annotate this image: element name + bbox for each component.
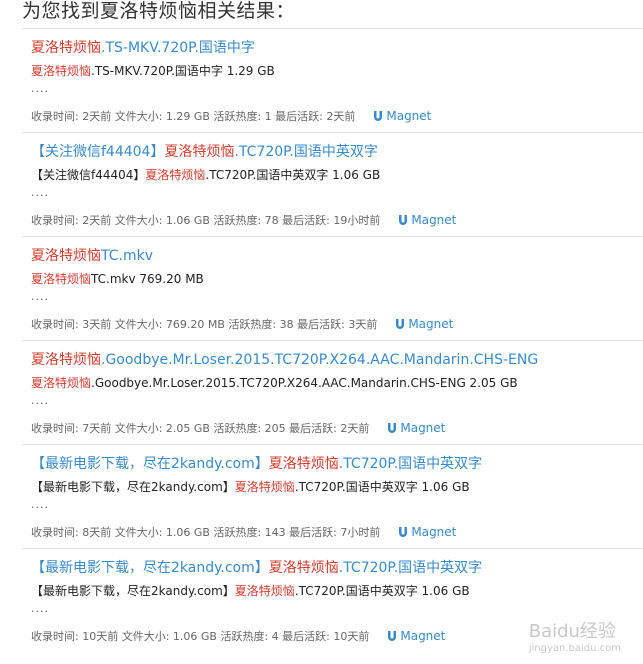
magnet-link[interactable]: Magnet [373, 109, 431, 123]
magnet-icon [374, 110, 383, 121]
list-item: 夏洛特烦恼.TS-MKV.720P.国语中字 夏洛特烦恼.TS-MKV.720P… [22, 28, 643, 132]
magnet-label: Magnet [400, 421, 446, 435]
result-meta: 收录时间: 3天前 文件大小: 769.20 MB 活跃热度: 38 最后活跃:… [31, 316, 643, 332]
desc-suffix: TC.mkv 769.20 MB [91, 272, 204, 286]
result-meta: 收录时间: 2天前 文件大小: 1.29 GB 活跃热度: 1 最后活跃: 2天… [31, 108, 643, 124]
magnet-label: Magnet [411, 213, 457, 227]
result-title[interactable]: 【最新电影下载，尽在2kandy.com】夏洛特烦恼.TC720P.国语中英双字 [31, 558, 643, 578]
result-meta: 收录时间: 8天前 文件大小: 1.06 GB 活跃热度: 143 最后活跃: … [31, 524, 643, 540]
result-ellipsis: .... [31, 290, 49, 303]
result-ellipsis: .... [31, 602, 49, 615]
list-item: 夏洛特烦恼TC.mkv 夏洛特烦恼TC.mkv 769.20 MB .... 收… [22, 236, 643, 340]
title-suffix: .TC720P.国语中英双字 [234, 144, 378, 160]
list-item: 【关注微信f44404】夏洛特烦恼.TC720P.国语中英双字 【关注微信f44… [22, 132, 643, 236]
result-description: 夏洛特烦恼.TS-MKV.720P.国语中字 1.29 GB [31, 62, 643, 80]
result-title[interactable]: 夏洛特烦恼TC.mkv [31, 246, 643, 266]
title-suffix: .TC720P.国语中英双字 [338, 456, 483, 472]
result-title[interactable]: 夏洛特烦恼.Goodbye.Mr.Loser.2015.TC720P.X264.… [31, 350, 643, 370]
result-title-link[interactable]: 夏洛特烦恼.Goodbye.Mr.Loser.2015.TC720P.X264.… [31, 352, 538, 368]
result-title-link[interactable]: 【最新电影下载，尽在2kandy.com】夏洛特烦恼.TC720P.国语中英双字 [31, 456, 482, 472]
magnet-link[interactable]: Magnet [398, 525, 456, 539]
title-highlight: 夏洛特烦恼 [31, 352, 101, 368]
desc-prefix: 【最新电影下载，尽在2kandy.com】 [31, 584, 235, 598]
desc-prefix: 【最新电影下载，尽在2kandy.com】 [31, 480, 235, 494]
magnet-label: Magnet [408, 317, 454, 331]
meta-text: 收录时间: 7天前 文件大小: 2.05 GB 活跃热度: 205 最后活跃: … [31, 422, 370, 435]
magnet-label: Magnet [386, 109, 432, 123]
magnet-icon [396, 318, 405, 329]
result-meta: 收录时间: 2天前 文件大小: 1.06 GB 活跃热度: 78 最后活跃: 1… [31, 212, 643, 228]
desc-highlight: 夏洛特烦恼 [234, 480, 295, 494]
magnet-icon [399, 214, 408, 225]
result-title[interactable]: 【关注微信f44404】夏洛特烦恼.TC720P.国语中英双字 [31, 142, 643, 162]
desc-suffix: .TS-MKV.720P.国语中字 1.29 GB [91, 64, 275, 78]
baidu-watermark: Baidu经验 jingyan.baidu.com [529, 617, 621, 654]
magnet-link[interactable]: Magnet [395, 317, 453, 331]
title-highlight: 夏洛特烦恼 [268, 560, 339, 576]
meta-text: 收录时间: 10天前 文件大小: 1.06 GB 活跃热度: 4 最后活跃: 1… [31, 630, 370, 643]
title-suffix: .TS-MKV.720P.国语中字 [101, 40, 255, 56]
desc-prefix: 【关注微信f44404】 [31, 168, 146, 182]
magnet-label: Magnet [411, 525, 457, 539]
result-title-link[interactable]: 【关注微信f44404】夏洛特烦恼.TC720P.国语中英双字 [31, 144, 378, 160]
list-item: 夏洛特烦恼.Goodbye.Mr.Loser.2015.TC720P.X264.… [22, 340, 643, 444]
meta-text: 收录时间: 2天前 文件大小: 1.29 GB 活跃热度: 1 最后活跃: 2天… [31, 110, 356, 123]
desc-highlight: 夏洛特烦恼 [31, 272, 92, 286]
meta-text: 收录时间: 2天前 文件大小: 1.06 GB 活跃热度: 78 最后活跃: 1… [31, 214, 381, 227]
title-suffix: .Goodbye.Mr.Loser.2015.TC720P.X264.AAC.M… [101, 352, 539, 368]
desc-highlight: 夏洛特烦恼 [145, 168, 206, 182]
magnet-icon [388, 422, 397, 433]
magnet-icon [399, 526, 408, 537]
result-description: 夏洛特烦恼.Goodbye.Mr.Loser.2015.TC720P.X264.… [31, 374, 643, 392]
meta-text: 收录时间: 8天前 文件大小: 1.06 GB 活跃热度: 143 最后活跃: … [31, 526, 381, 539]
result-title-link[interactable]: 【最新电影下载，尽在2kandy.com】夏洛特烦恼.TC720P.国语中英双字 [31, 560, 482, 576]
magnet-link[interactable]: Magnet [387, 629, 445, 643]
result-description: 夏洛特烦恼TC.mkv 769.20 MB [31, 270, 643, 288]
desc-suffix: .TC720P.国语中英双字 1.06 GB [205, 168, 381, 182]
result-ellipsis: .... [31, 82, 49, 95]
meta-text: 收录时间: 3天前 文件大小: 769.20 MB 活跃热度: 38 最后活跃:… [31, 318, 378, 331]
result-description: 【关注微信f44404】夏洛特烦恼.TC720P.国语中英双字 1.06 GB [31, 166, 643, 184]
magnet-link[interactable]: Magnet [387, 421, 445, 435]
title-suffix: .TC720P.国语中英双字 [338, 560, 483, 576]
desc-suffix: .TC720P.国语中英双字 1.06 GB [294, 480, 470, 494]
title-highlight: 夏洛特烦恼 [268, 456, 339, 472]
magnet-link[interactable]: Magnet [398, 213, 456, 227]
title-prefix: 【最新电影下载，尽在2kandy.com】 [31, 456, 269, 472]
title-highlight: 夏洛特烦恼 [31, 248, 101, 264]
magnet-label: Magnet [400, 629, 446, 643]
result-meta: 收录时间: 7天前 文件大小: 2.05 GB 活跃热度: 205 最后活跃: … [31, 420, 643, 436]
result-description: 【最新电影下载，尽在2kandy.com】夏洛特烦恼.TC720P.国语中英双字… [31, 582, 643, 600]
watermark-brand: Baidu经验 [528, 621, 616, 642]
result-title-link[interactable]: 夏洛特烦恼.TS-MKV.720P.国语中字 [31, 40, 255, 56]
results-heading: 为您找到夏洛特烦恼相关结果： [22, 0, 296, 22]
result-description: 【最新电影下载，尽在2kandy.com】夏洛特烦恼.TC720P.国语中英双字… [31, 478, 643, 496]
title-highlight: 夏洛特烦恼 [164, 144, 235, 160]
desc-suffix: .Goodbye.Mr.Loser.2015.TC720P.X264.AAC.M… [91, 376, 518, 390]
result-ellipsis: .... [31, 498, 49, 511]
title-prefix: 【最新电影下载，尽在2kandy.com】 [31, 560, 269, 576]
result-ellipsis: .... [31, 186, 49, 199]
desc-highlight: 夏洛特烦恼 [31, 376, 92, 390]
result-title-link[interactable]: 夏洛特烦恼TC.mkv [31, 248, 153, 264]
result-ellipsis: .... [31, 394, 49, 407]
result-title[interactable]: 【最新电影下载，尽在2kandy.com】夏洛特烦恼.TC720P.国语中英双字 [31, 454, 643, 474]
desc-highlight: 夏洛特烦恼 [234, 584, 295, 598]
magnet-icon [388, 630, 397, 641]
result-title[interactable]: 夏洛特烦恼.TS-MKV.720P.国语中字 [31, 38, 643, 58]
desc-highlight: 夏洛特烦恼 [31, 64, 92, 78]
results-list: 夏洛特烦恼.TS-MKV.720P.国语中字 夏洛特烦恼.TS-MKV.720P… [22, 28, 643, 652]
list-item: 【最新电影下载，尽在2kandy.com】夏洛特烦恼.TC720P.国语中英双字… [22, 444, 643, 548]
title-prefix: 【关注微信f44404】 [31, 144, 165, 160]
title-suffix: TC.mkv [101, 248, 153, 264]
desc-suffix: .TC720P.国语中英双字 1.06 GB [294, 584, 470, 598]
title-highlight: 夏洛特烦恼 [31, 40, 101, 56]
watermark-url: jingyan.baidu.com [528, 643, 621, 654]
